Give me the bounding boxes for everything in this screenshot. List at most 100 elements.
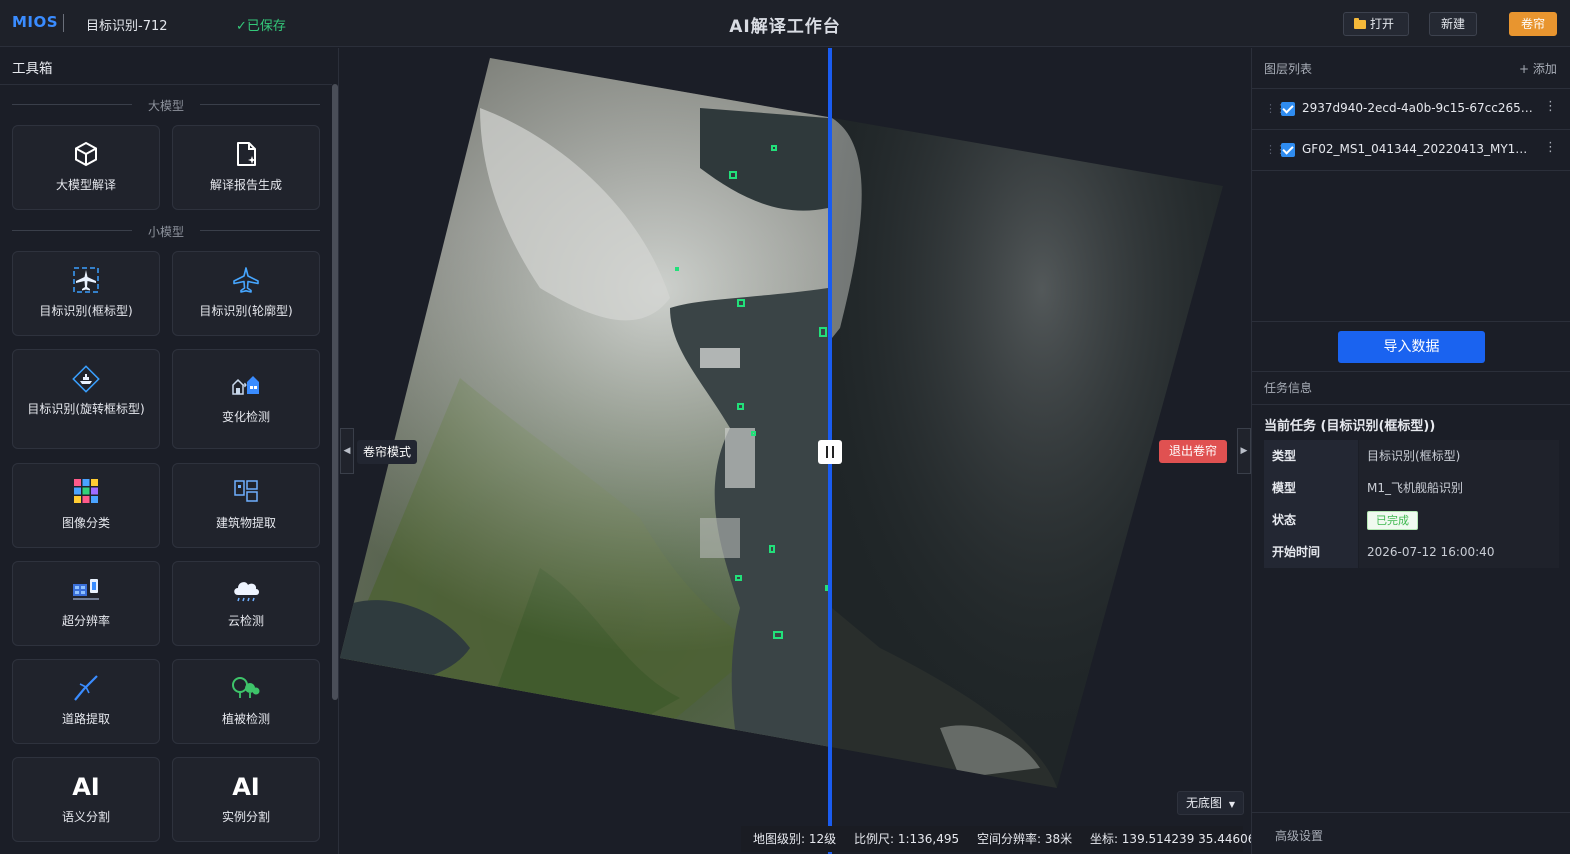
tool-building-extraction[interactable]: 建筑物提取 (172, 463, 320, 548)
coordinates: 坐标: 139.514239 35.446069 (1089, 832, 1251, 846)
tool-label: 图像分类 (61, 516, 110, 530)
tool-label: 超分辨率 (61, 614, 110, 628)
grid-classify-icon (13, 478, 159, 508)
row-key: 开始时间 (1264, 536, 1358, 568)
basemap-label: 无底图 (1186, 796, 1223, 810)
layer-checkbox[interactable] (1281, 143, 1295, 157)
tool-cloud-detection[interactable]: 云检测 (172, 561, 320, 646)
status-badge: 已完成 (1367, 511, 1418, 530)
toolbox-title: 工具箱 (12, 61, 53, 77)
vegetation-icon (173, 674, 319, 704)
divider (1252, 371, 1570, 372)
ship-rotate-icon (13, 364, 159, 394)
tool-vegetation-detection[interactable]: 植被检测 (172, 659, 320, 744)
ai-icon: AI (232, 773, 260, 801)
satellite-image-layer (340, 58, 1223, 788)
row-key: 状态 (1264, 504, 1358, 536)
tool-label: 建筑物提取 (215, 516, 276, 530)
report-icon (173, 140, 319, 170)
new-button[interactable]: 新建 (1429, 12, 1477, 36)
import-data-button[interactable]: 导入数据 (1338, 331, 1485, 363)
row-key: 类型 (1264, 440, 1358, 472)
add-layer-button[interactable]: + 添加 (1519, 60, 1557, 77)
tool-label: 目标识别(旋转框标型) (27, 402, 145, 416)
tool-llm-interpret[interactable]: 大模型解译 (12, 125, 160, 210)
caret-down-icon: ▼ (1228, 800, 1235, 809)
section-label: 大模型 (147, 99, 184, 113)
airplane-box-icon (13, 266, 159, 296)
open-button-label: 打开 (1370, 17, 1395, 31)
map-canvas[interactable]: ◀ ▶ 卷帘模式 退出卷帘 无底图 ▼ 地图级别: 12级 比例尺: 1:136… (340, 48, 1251, 854)
more-icon[interactable]: ⋮ (1544, 99, 1557, 114)
divider (0, 84, 332, 85)
advanced-settings-button[interactable]: 高级设置 (1275, 827, 1323, 844)
row-value: M1_飞机舰船识别 (1359, 472, 1559, 504)
basemap-select[interactable]: 无底图 ▼ (1177, 791, 1244, 815)
layer-item[interactable]: ⋮⋮ GF02_MS1_041344_20220413_MY150... ⋮ (1252, 130, 1570, 170)
row-value: 2026-07-12 16:00:40 (1359, 536, 1559, 568)
layer-checkbox[interactable] (1281, 102, 1295, 116)
section-large-models: 大模型 (12, 97, 320, 113)
tool-object-detect-box[interactable]: 目标识别(框标型) (12, 251, 160, 336)
project-name[interactable]: 目标识别-712 (86, 15, 168, 34)
tool-label: 语义分割 (61, 810, 110, 824)
super-res-icon (13, 576, 159, 606)
tool-label: 云检测 (227, 614, 264, 628)
divider (1252, 404, 1570, 405)
divider (1252, 170, 1570, 171)
tool-super-resolution[interactable]: 超分辨率 (12, 561, 160, 646)
tool-image-classification[interactable]: 图像分类 (12, 463, 160, 548)
tool-road-extraction[interactable]: 道路提取 (12, 659, 160, 744)
folder-icon (1354, 18, 1366, 29)
curtain-handle[interactable] (818, 440, 842, 464)
cloud-icon (173, 576, 319, 606)
cube-icon (13, 140, 159, 170)
tool-object-detect-contour[interactable]: 目标识别(轮廓型) (172, 251, 320, 336)
section-label: 小模型 (147, 225, 184, 239)
table-row: 类型 目标识别(框标型) (1264, 440, 1559, 472)
table-row: 模型 M1_飞机舰船识别 (1264, 472, 1559, 504)
tool-label: 植被检测 (221, 712, 270, 726)
collapse-right-icon[interactable]: ▶ (1237, 428, 1251, 474)
table-row: 开始时间 2026-07-12 16:00:40 (1264, 536, 1559, 568)
brand-logo[interactable]: MIOS (12, 13, 58, 31)
tool-instance-segmentation[interactable]: AI 实例分割 (172, 757, 320, 842)
layer-list-title: 图层列表 (1264, 62, 1313, 76)
divider (1252, 812, 1570, 813)
toolbox-scrollbar[interactable] (332, 84, 338, 700)
exit-curtain-button[interactable]: 退出卷帘 (1159, 440, 1228, 463)
toolbox-panel: 工具箱 大模型 大模型解译 解译报告生成 小模型 目标识别(框标型) 目标识别(… (0, 48, 339, 854)
row-key: 模型 (1264, 472, 1358, 504)
current-task-title: 当前任务 (目标识别(框标型)) (1264, 419, 1436, 434)
road-icon (13, 674, 159, 704)
tool-label: 大模型解译 (55, 178, 116, 192)
tool-object-detect-rotated[interactable]: 目标识别(旋转框标型) (12, 349, 160, 449)
table-row: 状态 已完成 (1264, 504, 1559, 536)
task-info-title: 任务信息 (1264, 381, 1313, 395)
task-info-table: 类型 目标识别(框标型) 模型 M1_飞机舰船识别 状态 已完成 开始时间 20… (1264, 440, 1559, 568)
divider (63, 14, 64, 32)
row-value: 目标识别(框标型) (1359, 440, 1559, 472)
saved-status: ✓已保存 (236, 19, 286, 34)
curtain-mode-label: 卷帘模式 (357, 440, 418, 464)
row-value: 已完成 (1359, 504, 1559, 536)
tool-report-generate[interactable]: 解译报告生成 (172, 125, 320, 210)
curtain-button[interactable]: 卷帘 (1509, 12, 1557, 36)
spatial-resolution: 空间分辨率: 38米 (976, 832, 1073, 846)
building-icon (173, 478, 319, 508)
open-button[interactable]: 打开 (1343, 12, 1409, 36)
collapse-left-icon[interactable]: ◀ (340, 428, 354, 474)
tool-change-detection[interactable]: 变化检测 (172, 349, 320, 449)
more-icon[interactable]: ⋮ (1544, 140, 1557, 155)
tool-label: 道路提取 (61, 712, 110, 726)
layer-panel: 图层列表 + 添加 ⋮⋮ 2937d940-2ecd-4a0b-9c15-67c… (1251, 48, 1570, 854)
ai-icon: AI (72, 773, 100, 801)
scale: 比例尺: 1:136,495 (853, 832, 960, 846)
top-bar: MIOS 目标识别-712 ✓已保存 AI解译工作台 打开 新建 卷帘 (0, 0, 1570, 47)
layer-name: 2937d940-2ecd-4a0b-9c15-67cc265f5... (1302, 101, 1534, 115)
tool-semantic-segmentation[interactable]: AI 语义分割 (12, 757, 160, 842)
section-small-models: 小模型 (12, 223, 320, 239)
layer-item[interactable]: ⋮⋮ 2937d940-2ecd-4a0b-9c15-67cc265f5... … (1252, 89, 1570, 129)
tool-label: 变化检测 (221, 410, 270, 424)
tool-label: 目标识别(轮廓型) (199, 304, 293, 318)
